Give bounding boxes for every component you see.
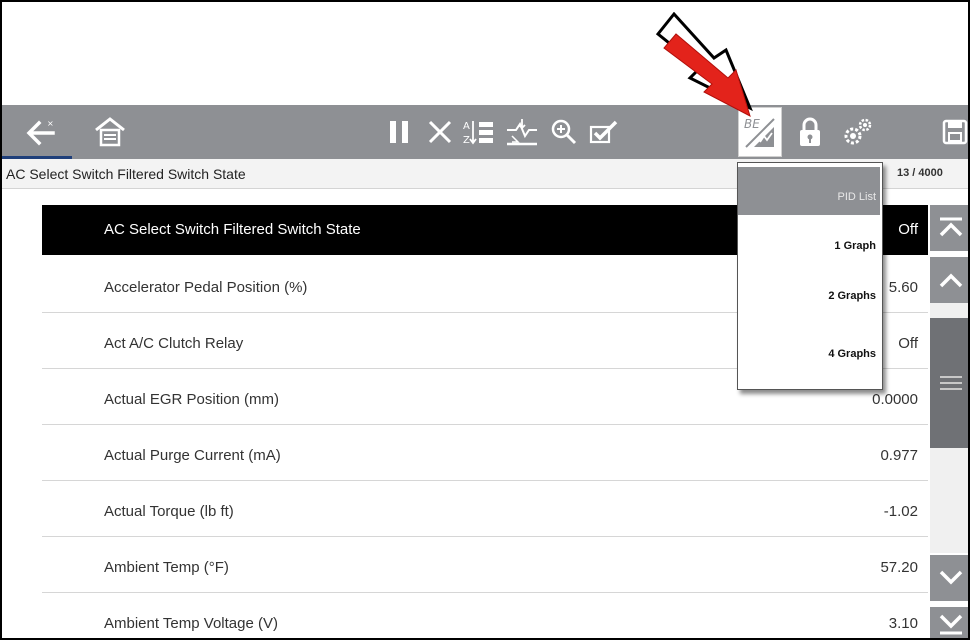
scrollbar[interactable] bbox=[930, 205, 968, 638]
menu-item-label: PID List bbox=[837, 191, 876, 203]
header-title: AC Select Switch Filtered Switch State bbox=[6, 166, 246, 182]
menu-item-label: 4 Graphs bbox=[828, 348, 876, 360]
menu-item-4-graphs[interactable]: 4 Graphs bbox=[738, 318, 880, 366]
sort-icon[interactable]: AZ bbox=[460, 105, 498, 159]
pid-name: Act A/C Clutch Relay bbox=[104, 335, 244, 352]
pid-name: Accelerator Pedal Position (%) bbox=[104, 279, 308, 296]
scroll-down-button[interactable] bbox=[930, 555, 968, 601]
settings-icon[interactable] bbox=[836, 105, 880, 159]
scroll-up-button[interactable] bbox=[930, 257, 968, 303]
menu-item-label: 2 Graphs bbox=[828, 290, 876, 302]
scroll-track[interactable] bbox=[930, 303, 968, 318]
pid-value: 5.60 bbox=[888, 279, 918, 296]
scroll-track[interactable] bbox=[930, 448, 968, 553]
pid-name: Actual Purge Current (mA) bbox=[104, 447, 281, 464]
pid-value: Off bbox=[898, 335, 918, 352]
pid-value: 0.0000 bbox=[872, 391, 918, 408]
menu-item-pid-list[interactable]: PID List bbox=[738, 167, 880, 215]
pid-name: AC Select Switch Filtered Switch State bbox=[104, 221, 361, 238]
select-icon[interactable] bbox=[584, 105, 624, 159]
svg-text:Z: Z bbox=[463, 135, 470, 146]
pid-value: 0.977 bbox=[880, 447, 918, 464]
chevron-down-icon bbox=[939, 570, 963, 585]
clear-icon[interactable] bbox=[425, 105, 455, 159]
scroll-thumb[interactable] bbox=[930, 318, 968, 448]
pid-value: -1.02 bbox=[883, 503, 918, 520]
list-item[interactable]: Actual Torque (lb ft) -1.02 bbox=[42, 487, 928, 537]
save-icon[interactable] bbox=[940, 105, 968, 159]
pause-icon[interactable] bbox=[384, 105, 414, 159]
pid-value: Off bbox=[898, 221, 918, 238]
pid-name: Actual Torque (lb ft) bbox=[104, 503, 234, 520]
list-item[interactable]: Ambient Temp (°F) 57.20 bbox=[42, 543, 928, 593]
back-icon[interactable]: × bbox=[20, 105, 60, 159]
svg-text:A: A bbox=[463, 121, 470, 132]
menu-item-1-graph[interactable]: 1 Graph bbox=[738, 218, 880, 266]
svg-text:×: × bbox=[47, 119, 54, 128]
pid-name: Ambient Temp Voltage (V) bbox=[104, 615, 278, 632]
zoom-icon[interactable] bbox=[547, 105, 581, 159]
toolbar: × AZ BE bbox=[2, 105, 968, 159]
screen-frame: × AZ BE AC Select Switch Filtered Switch… bbox=[0, 0, 970, 640]
menu-item-label: 1 Graph bbox=[834, 240, 876, 252]
pid-value: 57.20 bbox=[880, 559, 918, 576]
home-icon[interactable] bbox=[90, 105, 130, 159]
scroll-top-button[interactable] bbox=[930, 205, 968, 251]
list-item[interactable]: Actual Purge Current (mA) 0.977 bbox=[42, 431, 928, 481]
pid-counter: 13 / 4000 bbox=[897, 167, 943, 179]
pid-value: 3.10 bbox=[888, 615, 918, 632]
zero-baseline-icon[interactable] bbox=[502, 105, 542, 159]
double-chevron-down-icon bbox=[939, 614, 963, 634]
chevron-up-icon bbox=[939, 273, 963, 288]
lock-icon[interactable] bbox=[790, 105, 830, 159]
menu-item-2-graphs[interactable]: 2 Graphs bbox=[738, 268, 880, 316]
grip-icon bbox=[940, 376, 962, 390]
pid-name: Ambient Temp (°F) bbox=[104, 559, 229, 576]
scroll-bottom-button[interactable] bbox=[930, 607, 968, 638]
list-item[interactable]: Ambient Temp Voltage (V) 3.10 bbox=[42, 599, 928, 638]
view-menu: PID List 1 Graph 2 Graphs 4 Graphs bbox=[737, 162, 883, 390]
pid-name: Actual EGR Position (mm) bbox=[104, 391, 280, 408]
double-chevron-up-icon bbox=[939, 217, 963, 237]
annotation-arrow bbox=[655, 12, 753, 117]
